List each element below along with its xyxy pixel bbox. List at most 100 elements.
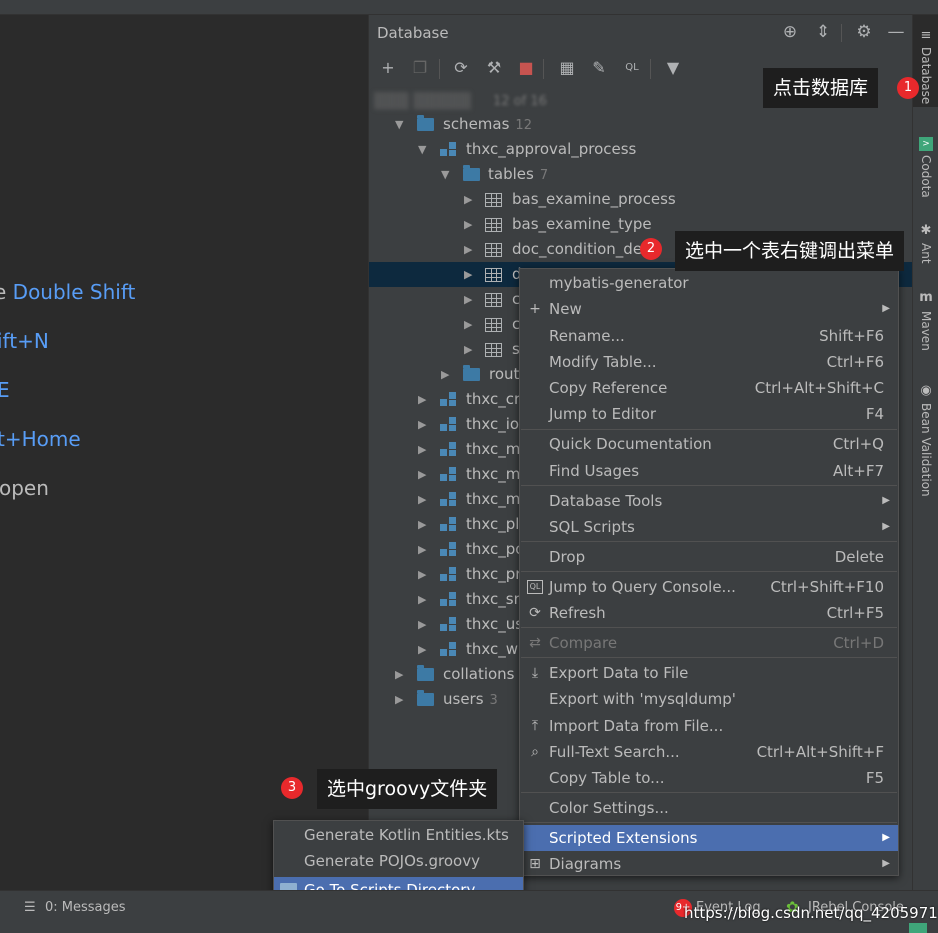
- collapse-arrow-icon[interactable]: ▶: [395, 687, 403, 712]
- submenu-arrow-icon: ▶: [882, 521, 890, 532]
- menu-item-find-usages[interactable]: Find Usages Alt+F7: [520, 458, 898, 484]
- submenu-item-generate-kotlin[interactable]: Generate Kotlin Entities.kts: [274, 822, 523, 848]
- menu-item-diagrams[interactable]: ⊞ Diagrams ▶: [520, 851, 898, 877]
- expand-arrow-icon[interactable]: ▼: [441, 162, 449, 187]
- menu-item-quick-documentation[interactable]: Quick Documentation Ctrl+Q: [520, 431, 898, 457]
- tab-ant[interactable]: Ant: [913, 243, 938, 264]
- table-view-icon[interactable]: ▦: [556, 57, 578, 79]
- menu-item-refresh[interactable]: ⟳ Refresh Ctrl+F5: [520, 600, 898, 626]
- menu-item-export-mysqldump[interactable]: Export with 'mysqldump': [520, 686, 898, 712]
- expand-arrow-icon[interactable]: ▼: [395, 112, 403, 137]
- tree-label: bas_examine_process: [512, 190, 676, 208]
- messages-tab[interactable]: 0: Messages: [45, 900, 126, 915]
- collapse-arrow-icon[interactable]: ▶: [418, 587, 426, 612]
- schema-icon: [440, 492, 457, 507]
- tree-row-tables[interactable]: ▼ tables 7: [369, 162, 913, 187]
- hide-panel-icon[interactable]: —: [885, 21, 907, 43]
- menu-item-scripted-extensions[interactable]: Scripted Extensions ▶: [520, 825, 898, 851]
- menu-item-modify-table[interactable]: Modify Table... Ctrl+F6: [520, 349, 898, 375]
- add-icon[interactable]: +: [377, 57, 399, 79]
- collapse-arrow-icon[interactable]: ▶: [464, 337, 472, 362]
- collapse-arrow-icon[interactable]: ▶: [464, 187, 472, 212]
- menu-item-jump-to-query-console[interactable]: QL Jump to Query Console... Ctrl+Shift+F10: [520, 574, 898, 600]
- tree-label: thxc_po: [466, 540, 525, 558]
- tree-label: tables: [488, 165, 534, 183]
- menu-separator: [521, 792, 897, 793]
- collapse-arrow-icon[interactable]: ▶: [418, 537, 426, 562]
- menu-item-import-data[interactable]: ⤒ Import Data from File...: [520, 713, 898, 739]
- collapse-arrow-icon[interactable]: ▶: [464, 212, 472, 237]
- schema-icon: [440, 617, 457, 632]
- collapse-arrow-icon[interactable]: ▶: [464, 287, 472, 312]
- collapse-arrow-icon[interactable]: ▶: [418, 437, 426, 462]
- watermark: https://blog.csdn.net/qq_42059717: [684, 904, 938, 922]
- gear-icon[interactable]: ⚙: [853, 21, 875, 43]
- collapse-arrow-icon[interactable]: ▶: [464, 262, 472, 287]
- collapse-arrow-icon[interactable]: ▶: [395, 662, 403, 687]
- console-icon[interactable]: QL: [621, 57, 643, 79]
- tree-label: thxc_approval_process: [466, 140, 637, 158]
- tree-count: 7: [539, 168, 549, 183]
- menu-item-jump-to-editor[interactable]: Jump to Editor F4: [520, 401, 898, 427]
- menu-item-new[interactable]: + New ▶: [520, 296, 898, 322]
- menu-item-copy-reference[interactable]: Copy Reference Ctrl+Alt+Shift+C: [520, 375, 898, 401]
- stop-icon[interactable]: ■: [515, 57, 537, 79]
- collapse-all-icon[interactable]: ⇕: [812, 21, 834, 43]
- schema-icon: [440, 467, 457, 482]
- collapse-arrow-icon[interactable]: ▶: [418, 487, 426, 512]
- bean-validation-icon: ◉: [920, 383, 932, 398]
- collapse-arrow-icon[interactable]: ▶: [418, 612, 426, 637]
- menu-item-database-tools[interactable]: Database Tools ▶: [520, 488, 898, 514]
- menu-item-sql-scripts[interactable]: SQL Scripts ▶: [520, 514, 898, 540]
- collapse-arrow-icon[interactable]: ▶: [418, 462, 426, 487]
- table-icon: [485, 343, 502, 357]
- collapse-arrow-icon[interactable]: ▶: [418, 562, 426, 587]
- tree-label: thxc_m: [466, 490, 521, 508]
- right-tool-window-bar: ≡ Database > Codota ✱ Ant m Maven ◉ Bean…: [912, 15, 938, 890]
- duplicate-icon[interactable]: ❐: [409, 57, 431, 79]
- submenu-arrow-icon: ▶: [882, 303, 890, 314]
- collapse-arrow-icon[interactable]: ▶: [418, 637, 426, 662]
- ant-icon: ✱: [920, 223, 932, 238]
- tree-label: thxc_cr: [466, 390, 521, 408]
- properties-icon[interactable]: ⚒: [483, 57, 505, 79]
- menu-item-copy-table[interactable]: Copy Table to... F5: [520, 765, 898, 791]
- target-icon[interactable]: ⊕: [779, 21, 801, 43]
- menu-item-full-text-search[interactable]: ⌕ Full-Text Search... Ctrl+Alt+Shift+F: [520, 739, 898, 765]
- collapse-arrow-icon[interactable]: ▶: [418, 412, 426, 437]
- tab-database[interactable]: Database: [913, 47, 938, 104]
- tree-count: 12: [515, 118, 532, 133]
- tree-row-schema-approval[interactable]: ▼ thxc_approval_process: [369, 137, 913, 162]
- panel-title: Database: [377, 24, 449, 42]
- collapse-arrow-icon[interactable]: ▶: [441, 362, 449, 387]
- expand-arrow-icon[interactable]: ▼: [418, 137, 426, 162]
- tree-row-schemas[interactable]: ▼ schemas 12: [369, 112, 913, 137]
- schema-icon: [440, 417, 457, 432]
- submenu-arrow-icon: ▶: [882, 495, 890, 506]
- codota-icon: >: [919, 137, 933, 151]
- collapse-arrow-icon[interactable]: ▶: [418, 512, 426, 537]
- menu-item-color-settings[interactable]: Color Settings...: [520, 795, 898, 821]
- schema-icon: [440, 442, 457, 457]
- schema-icon: [440, 542, 457, 557]
- messages-icon: ☰: [24, 900, 36, 915]
- edit-icon[interactable]: ✎: [588, 57, 610, 79]
- menu-item-mybatis-generator[interactable]: mybatis-generator: [520, 270, 898, 296]
- callout-badge-1: 1: [897, 77, 919, 99]
- filter-icon[interactable]: ▼: [662, 57, 684, 79]
- tree-row-table[interactable]: ▶ bas_examine_process: [369, 187, 913, 212]
- submenu-item-generate-pojos[interactable]: Generate POJOs.groovy: [274, 848, 523, 874]
- menu-separator: [521, 541, 897, 542]
- tab-bean-validation[interactable]: Bean Validation: [913, 403, 938, 497]
- menu-item-rename[interactable]: Rename... Shift+F6: [520, 323, 898, 349]
- submenu-arrow-icon: ▶: [882, 858, 890, 869]
- menu-item-export-data[interactable]: ⤓ Export Data to File: [520, 660, 898, 686]
- callout-badge-3: 3: [281, 777, 303, 799]
- collapse-arrow-icon[interactable]: ▶: [418, 387, 426, 412]
- menu-item-drop[interactable]: Drop Delete: [520, 544, 898, 570]
- collapse-arrow-icon[interactable]: ▶: [464, 237, 472, 262]
- refresh-icon[interactable]: ⟳: [450, 57, 472, 79]
- tab-codota[interactable]: Codota: [913, 155, 938, 198]
- collapse-arrow-icon[interactable]: ▶: [464, 312, 472, 337]
- tab-maven[interactable]: Maven: [913, 311, 938, 351]
